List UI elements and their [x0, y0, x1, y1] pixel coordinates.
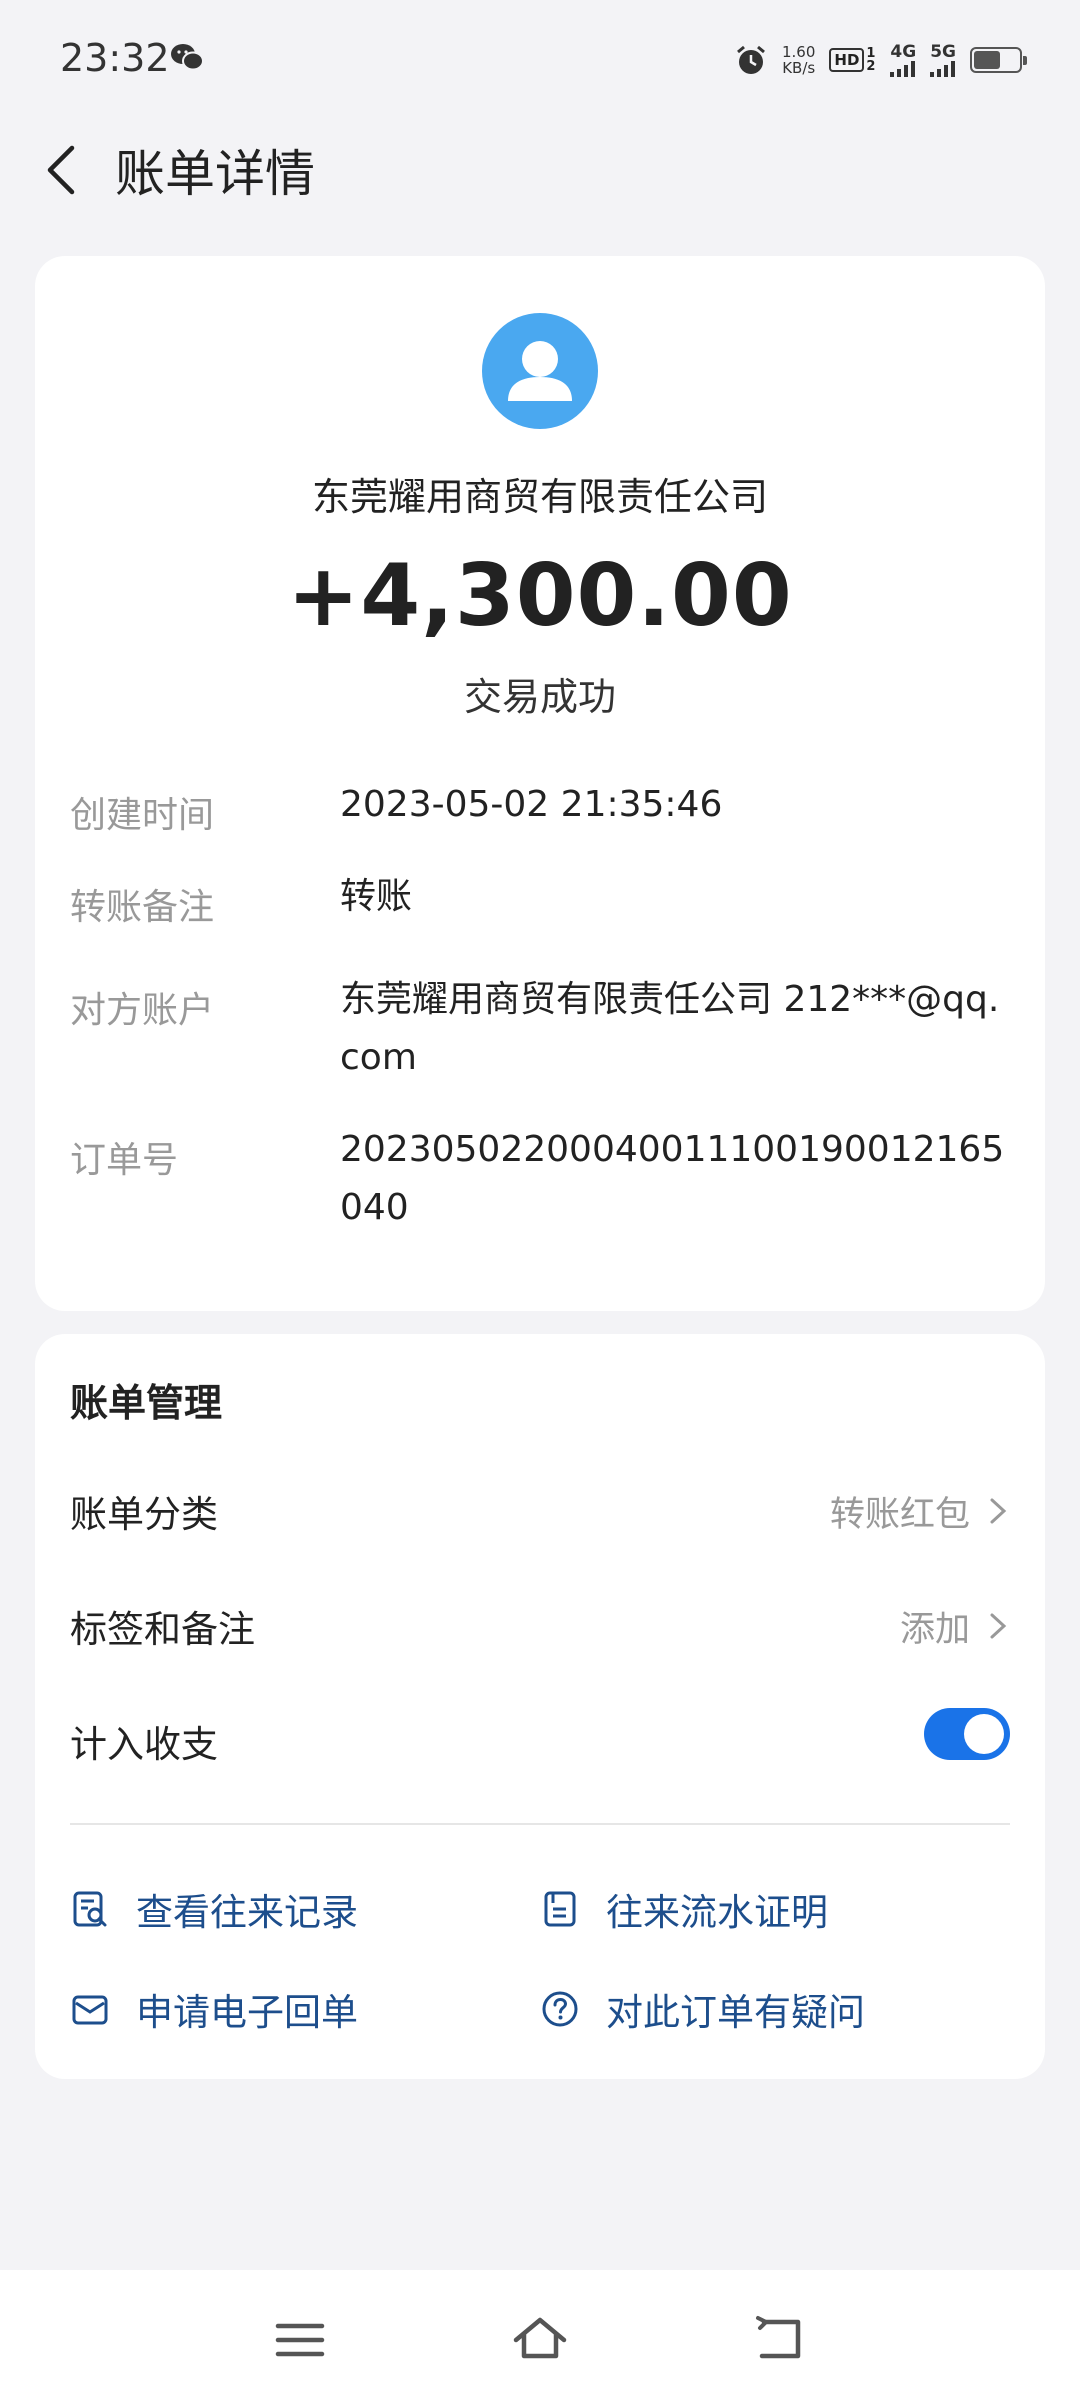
signal-bars-icon	[890, 60, 916, 77]
speed-value: 1.60	[781, 43, 816, 61]
system-nav-bar	[0, 2270, 1080, 2400]
include-income-label: 计入收支	[70, 1723, 218, 1766]
avatar	[482, 313, 598, 429]
statement-proof-action[interactable]: 往来流水证明	[540, 1879, 828, 1939]
bill-category-label: 账单分类	[70, 1493, 218, 1536]
document-icon	[544, 1891, 576, 1927]
toggle-knob	[964, 1714, 1004, 1754]
detail-value: 20230502200040011100190012165040	[340, 1129, 1005, 1228]
user-icon	[508, 341, 572, 401]
transaction-card: 东莞耀用商贸有限责任公司 +4,300.00 交易成功 创建时间 2023-05…	[35, 256, 1045, 1311]
detail-value: 东莞耀用商贸有限责任公司 212***@qq.com	[340, 979, 1000, 1078]
tags-notes-label: 标签和备注	[70, 1608, 255, 1651]
net-5g-label: 5G	[930, 41, 956, 62]
action-label: 对此订单有疑问	[606, 1991, 865, 2034]
back-nav-icon[interactable]	[750, 2310, 810, 2370]
back-arrow-icon[interactable]	[36, 140, 96, 200]
detail-label: 创建时间	[70, 795, 215, 836]
network-speed: 1.60 KB/s	[782, 44, 815, 76]
section-title: 账单管理	[70, 1381, 223, 1425]
e-receipt-action[interactable]: 申请电子回单	[70, 1979, 358, 2039]
record-search-icon	[73, 1891, 107, 1927]
wechat-icon	[171, 44, 204, 71]
detail-label: 订单号	[70, 1140, 179, 1181]
status-time: 23:32	[60, 36, 170, 80]
hd-sub: 1 2	[866, 46, 876, 74]
chevron-right-icon	[990, 1613, 1007, 1639]
question-icon	[542, 1991, 578, 2027]
home-icon[interactable]	[510, 2310, 570, 2370]
action-label: 查看往来记录	[136, 1891, 358, 1934]
detail-value: 2023-05-02 21:35:46	[340, 784, 723, 825]
hd-badge: HD	[829, 48, 865, 72]
chevron-right-icon	[990, 1498, 1007, 1524]
header: 账单详情	[0, 120, 1080, 220]
signal-5g: 5G	[930, 41, 956, 77]
menu-icon[interactable]	[270, 2310, 330, 2370]
status-icons: 1.60 KB/s HD 1 2 4G 5G	[734, 38, 1027, 82]
speed-unit: KB/s	[782, 59, 816, 77]
detail-label: 对方账户	[70, 990, 215, 1031]
action-label: 往来流水证明	[606, 1891, 828, 1934]
bill-category-value: 转账红包	[829, 1495, 970, 1535]
net-4g-label: 4G	[890, 41, 917, 62]
tags-notes-row[interactable]: 标签和备注 添加	[70, 1589, 1010, 1659]
include-income-row: 计入收支	[70, 1704, 1010, 1774]
bill-management-card: 账单管理 账单分类 转账红包 标签和备注 添加 计入收支 查看往来记录 往来流水…	[35, 1334, 1045, 2079]
order-question-action[interactable]: 对此订单有疑问	[540, 1979, 865, 2039]
divider	[70, 1823, 1010, 1825]
bill-category-row[interactable]: 账单分类 转账红包	[70, 1474, 1010, 1544]
hd-indicator: HD 1 2	[829, 47, 876, 73]
alarm-icon	[737, 45, 765, 74]
page-title: 账单详情	[115, 145, 315, 203]
payee-name: 东莞耀用商贸有限责任公司	[311, 475, 768, 519]
tags-notes-value: 添加	[899, 1610, 970, 1650]
status-bar: 23:32 1.60 KB/s HD 1 2 4G 5G	[0, 0, 1080, 120]
view-records-action[interactable]: 查看往来记录	[70, 1879, 358, 1939]
battery-icon	[970, 47, 1027, 73]
detail-value: 转账	[340, 876, 413, 917]
signal-bars-icon	[930, 60, 956, 77]
mail-icon	[72, 1995, 108, 2025]
transaction-status: 交易成功	[463, 675, 616, 719]
action-label: 申请电子回单	[136, 1991, 358, 2034]
transaction-amount: +4,300.00	[287, 546, 793, 646]
signal-4g: 4G	[890, 41, 917, 77]
detail-label: 转账备注	[70, 887, 215, 928]
include-income-toggle[interactable]	[924, 1708, 1010, 1760]
